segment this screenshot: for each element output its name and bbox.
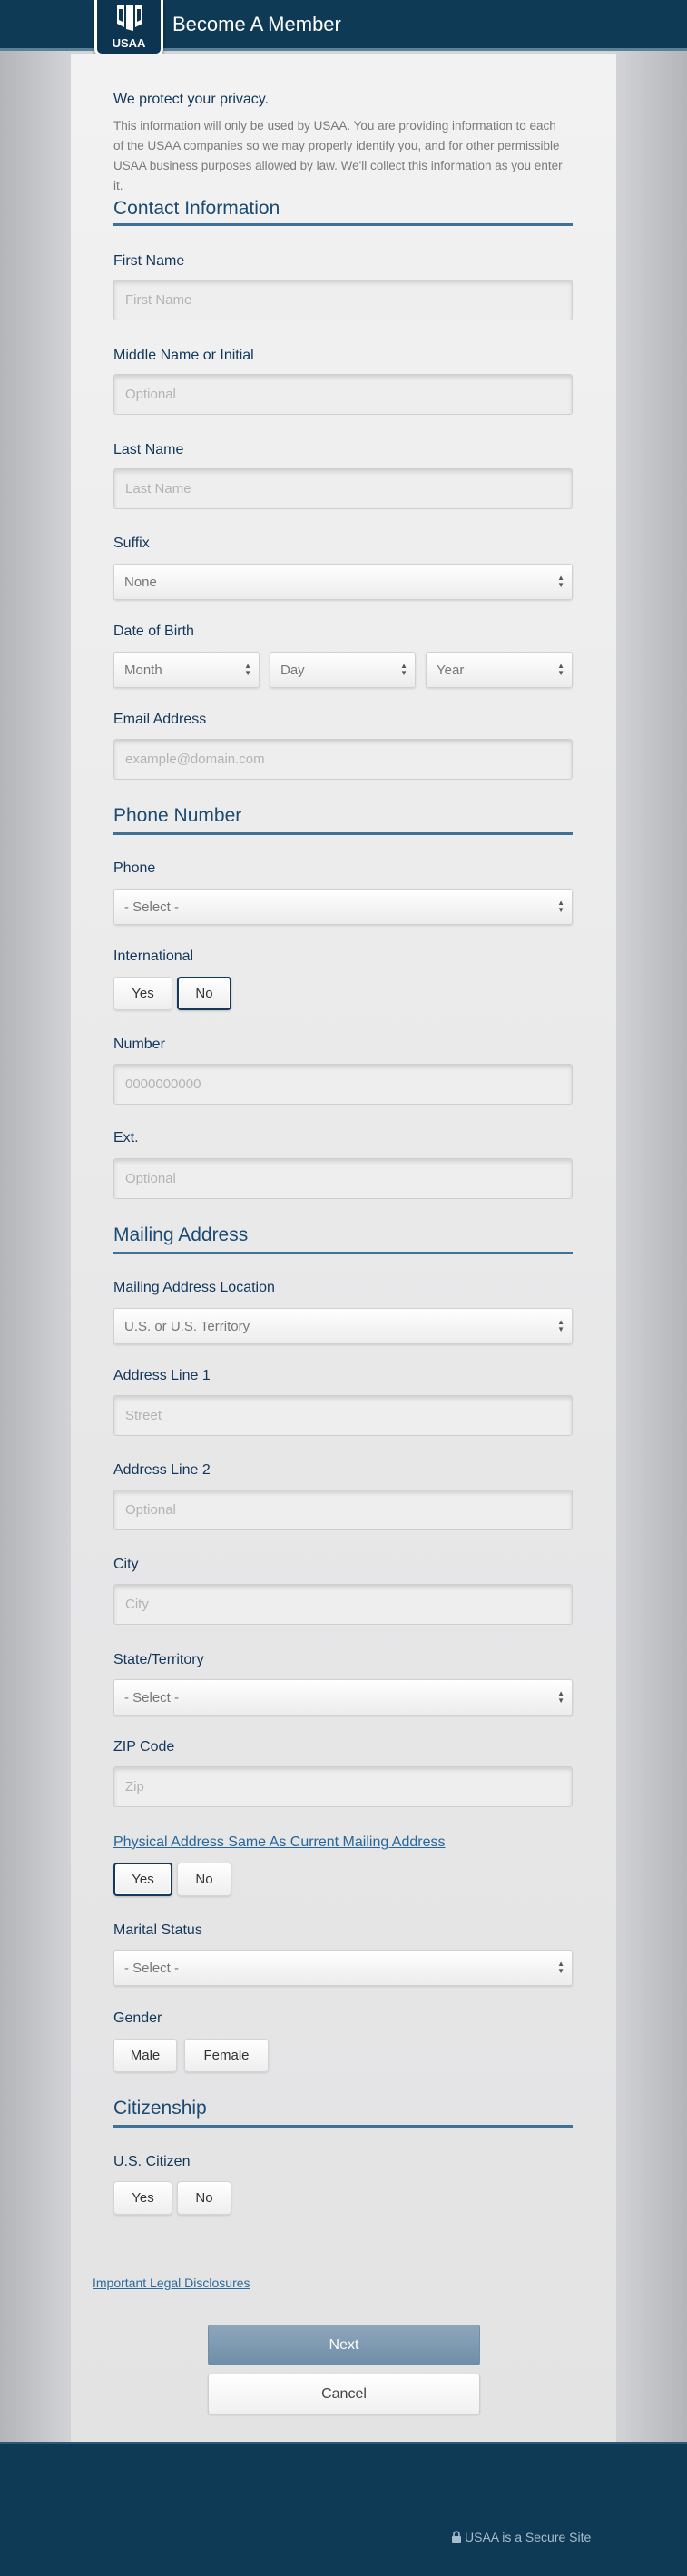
marital-status-value: - Select - [124, 1961, 180, 1976]
address1-label: Address Line 1 [113, 1368, 211, 1383]
zip-input[interactable]: Zip [113, 1766, 573, 1807]
section-divider [113, 1252, 573, 1254]
phone-number-input[interactable]: 0000000000 [113, 1064, 573, 1105]
gender-female-button[interactable]: Female [184, 2039, 269, 2072]
secure-site-text: USAA is a Secure Site [465, 2530, 592, 2544]
address2-input[interactable]: Optional [113, 1490, 573, 1530]
select-arrows-icon: ▲ ▼ [557, 574, 564, 589]
mailing-location-value: U.S. or U.S. Territory [124, 1319, 250, 1334]
email-input[interactable]: example@domain.com [113, 739, 573, 780]
phone-type-select[interactable]: - Select - ▲ ▼ [113, 889, 573, 925]
mailing-location-select[interactable]: U.S. or U.S. Territory ▲ ▼ [113, 1308, 573, 1344]
select-arrows-icon: ▲ ▼ [557, 1318, 564, 1333]
section-divider [113, 2125, 573, 2128]
dob-label: Date of Birth [113, 624, 194, 639]
dob-year-value: Year [437, 663, 465, 678]
last-name-input[interactable]: Last Name [113, 468, 573, 509]
gender-male-button[interactable]: Male [113, 2039, 177, 2072]
address2-label: Address Line 2 [113, 1462, 211, 1478]
middle-name-label: Middle Name or Initial [113, 348, 254, 363]
middle-name-input[interactable]: Optional [113, 374, 573, 415]
us-citizen-label: U.S. Citizen [113, 2154, 191, 2169]
section-title-mailing: Mailing Address [113, 1224, 249, 1245]
marital-status-select[interactable]: - Select - ▲ ▼ [113, 1950, 573, 1986]
select-arrows-icon: ▲ ▼ [244, 662, 251, 677]
top-bar: USAA Become A Member [0, 0, 687, 56]
state-label: State/Territory [113, 1652, 204, 1667]
state-value: - Select - [124, 1690, 180, 1706]
dob-day-select[interactable]: Day ▲ ▼ [270, 652, 416, 688]
us-citizen-no-button[interactable]: No [177, 2181, 231, 2215]
suffix-select[interactable]: None ▲ ▼ [113, 564, 573, 600]
mailing-location-label: Mailing Address Location [113, 1280, 275, 1295]
dob-month-select[interactable]: Month ▲ ▼ [113, 652, 260, 688]
phone-type-value: - Select - [124, 900, 180, 915]
section-title-citizenship: Citizenship [113, 2098, 207, 2119]
phone-type-label: Phone [113, 860, 156, 876]
dob-month-value: Month [124, 663, 162, 678]
secure-site-notice: USAA is a Secure Site [451, 2530, 591, 2544]
logo-text: USAA [112, 36, 146, 50]
first-name-input[interactable]: First Name [113, 280, 573, 320]
page-title: Become A Member [172, 13, 341, 35]
physical-same-yes-button[interactable]: Yes [113, 1863, 172, 1896]
physical-same-no-button[interactable]: No [177, 1863, 231, 1896]
select-arrows-icon: ▲ ▼ [557, 662, 564, 677]
international-no-button[interactable]: No [177, 977, 231, 1010]
suffix-value: None [124, 575, 157, 590]
number-label: Number [113, 1037, 165, 1052]
email-label: Email Address [113, 712, 207, 727]
section-title-phone: Phone Number [113, 805, 242, 826]
select-arrows-icon: ▲ ▼ [557, 1689, 564, 1705]
dob-day-value: Day [280, 663, 305, 678]
ext-input[interactable]: Optional [113, 1158, 573, 1199]
privacy-text: This information will only be used by US… [113, 119, 563, 192]
zip-label: ZIP Code [113, 1739, 175, 1755]
ext-label: Ext. [113, 1130, 139, 1145]
gender-label: Gender [113, 2011, 162, 2026]
section-divider [113, 832, 573, 835]
physical-address-label[interactable]: Physical Address Same As Current Mailing… [113, 1834, 446, 1851]
international-yes-button[interactable]: Yes [113, 977, 172, 1010]
next-button[interactable]: Next [208, 2325, 480, 2365]
section-divider [113, 223, 573, 226]
marital-status-label: Marital Status [113, 1922, 202, 1938]
select-arrows-icon: ▲ ▼ [400, 662, 407, 677]
lock-icon [452, 2531, 461, 2543]
international-label: International [113, 949, 194, 964]
legal-disclosures-link[interactable]: Important Legal Disclosures [93, 2276, 250, 2290]
eagle-icon [117, 5, 142, 31]
city-input[interactable]: City [113, 1584, 573, 1625]
cancel-button[interactable]: Cancel [208, 2374, 480, 2414]
footer-bar [0, 2442, 687, 2576]
state-select[interactable]: - Select - ▲ ▼ [113, 1679, 573, 1716]
last-name-label: Last Name [113, 442, 184, 457]
usaa-logo[interactable]: USAA [94, 0, 163, 56]
select-arrows-icon: ▲ ▼ [557, 1960, 564, 1975]
us-citizen-yes-button[interactable]: Yes [113, 2181, 172, 2215]
privacy-title: We protect your privacy. [113, 92, 270, 107]
first-name-label: First Name [113, 253, 185, 269]
dob-year-select[interactable]: Year ▲ ▼ [426, 652, 573, 688]
city-label: City [113, 1557, 139, 1572]
suffix-label: Suffix [113, 536, 150, 551]
address1-input[interactable]: Street [113, 1395, 573, 1436]
select-arrows-icon: ▲ ▼ [557, 899, 564, 914]
section-title-contact: Contact Information [113, 198, 280, 219]
